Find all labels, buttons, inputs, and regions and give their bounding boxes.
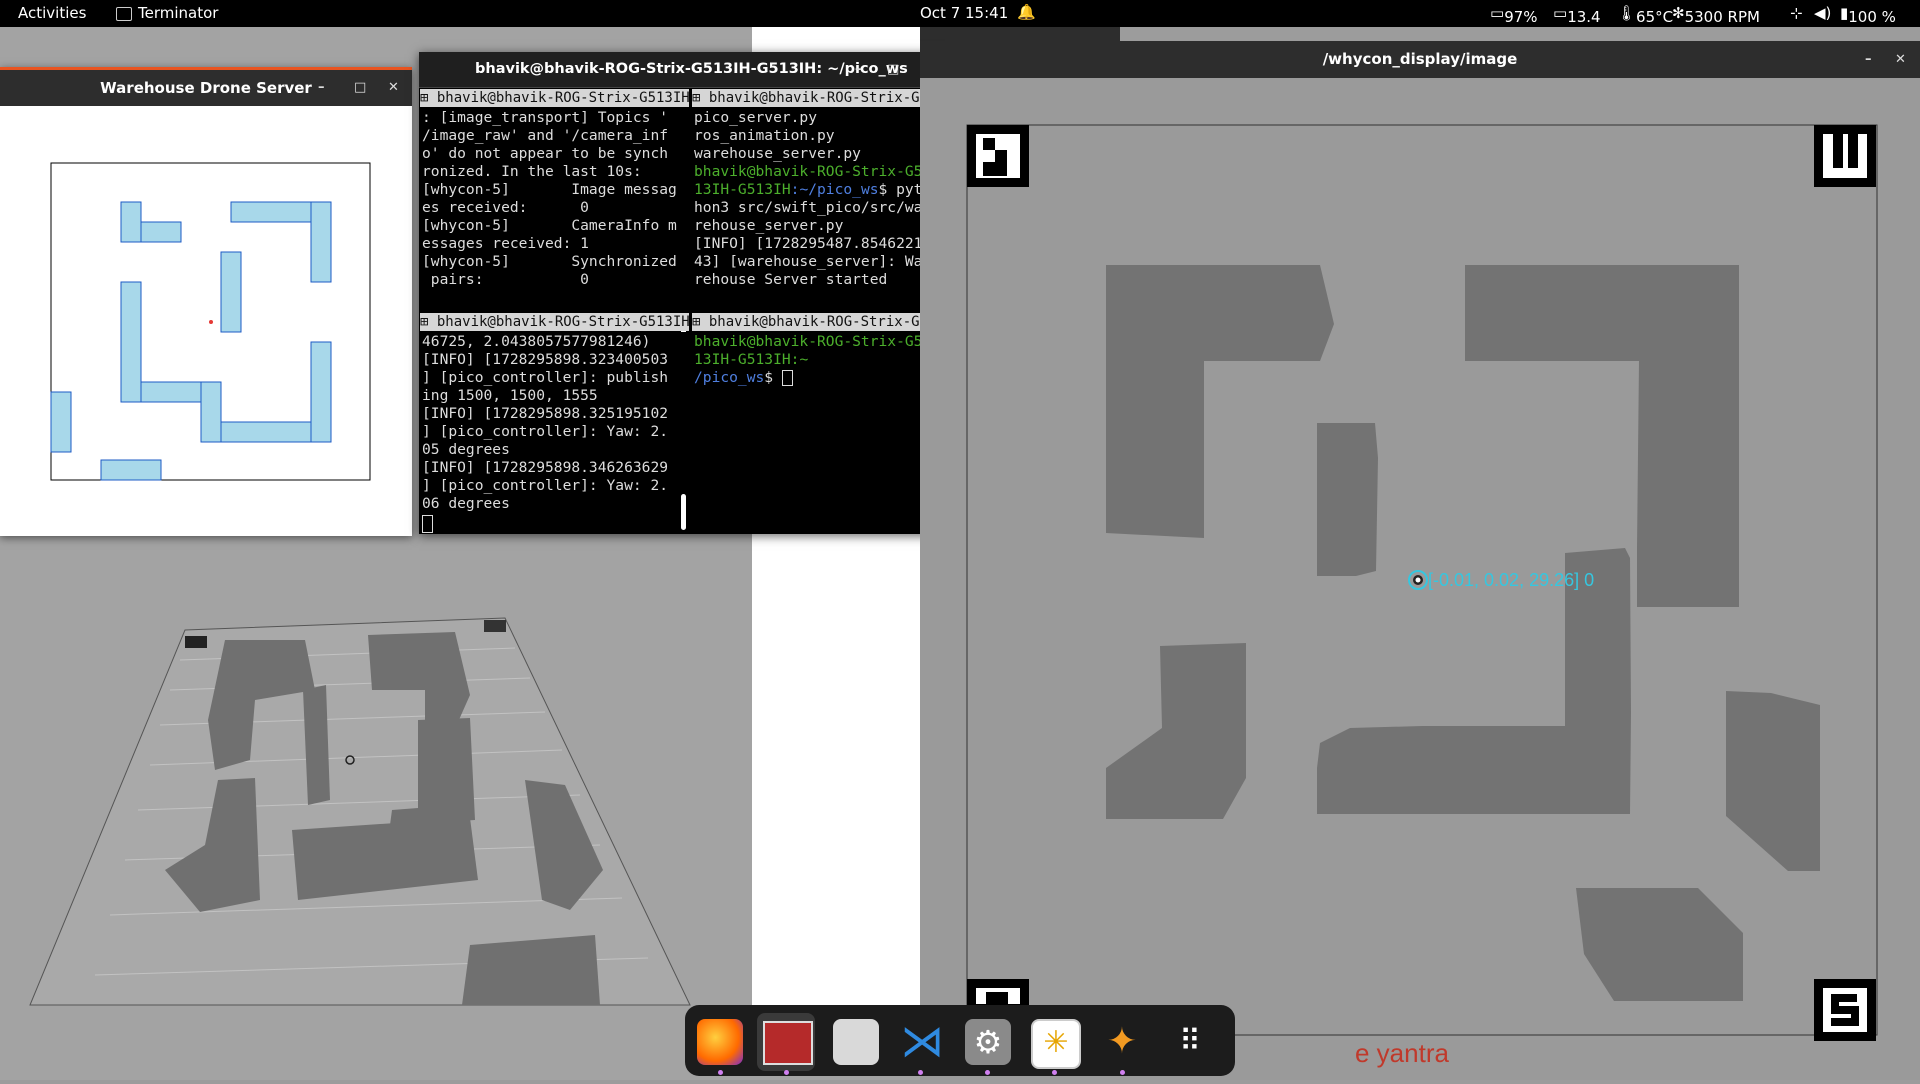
running-indicator (1120, 1070, 1125, 1075)
running-indicator (784, 1070, 789, 1075)
network-icon[interactable]: ⊹ (1790, 4, 1803, 22)
cursor (781, 370, 793, 386)
terminal-window[interactable]: bhavik@bhavik-ROG-Strix-G513IH-G513IH: ~… (419, 52, 945, 534)
display-indicator[interactable]: ▭ 13.4 (1553, 4, 1601, 26)
notification-bell-icon: 🔔 (1017, 3, 1036, 21)
terminator-app-icon (116, 7, 132, 21)
eyantra-logo: e yantra (1355, 1038, 1449, 1068)
running-indicator (718, 1070, 723, 1075)
app-grid-icon[interactable]: ⠿ (1167, 1019, 1213, 1065)
pane1-output: : [image_transport] Topics ' /image_raw'… (422, 109, 677, 288)
vscode-icon[interactable]: ⋊ (899, 1019, 945, 1065)
aruco-marker-top-right (1814, 125, 1876, 187)
battery-indicator-right[interactable]: ▮ 100 % (1840, 4, 1896, 26)
terminal-titlebar[interactable]: bhavik@bhavik-ROG-Strix-G513IH-G513IH: ~… (419, 52, 945, 88)
warehouse-window[interactable]: Warehouse Drone Server – □ ✕ (0, 67, 412, 536)
clock[interactable]: Oct 7 15:41 (920, 4, 1008, 22)
whycon-window[interactable]: /whycon_display/image – ✕ [-0.01, 0.02, … (920, 41, 1920, 1080)
whycon-marker-tile (484, 620, 506, 632)
terminal-pane-3[interactable]: 46725, 2.0438057577981246) [INFO] [17282… (420, 332, 689, 534)
aruco-marker-top-left (967, 125, 1029, 187)
terminal-pane-4[interactable]: bhavik@bhavik-ROG-Strix-G5 13IH-G513IH:~… (692, 332, 945, 534)
pane-tab-3[interactable]: ⊞ bhavik@bhavik-ROG-Strix-G513IH-G5 (420, 313, 689, 331)
dock: ⋊ ⚙ ✳ ✦ ⠿ (685, 1005, 1235, 1076)
running-indicator (985, 1070, 990, 1075)
warehouse-titlebar[interactable]: Warehouse Drone Server – □ ✕ (0, 70, 412, 106)
drone-position-dot (209, 320, 213, 324)
pane2-output: pico_server.py ros_animation.py warehous… (694, 109, 923, 288)
warehouse-map (50, 162, 371, 481)
settings-icon[interactable]: ⚙ (965, 1019, 1011, 1065)
aruco-marker-bottom-right (1814, 979, 1876, 1041)
maximize-button[interactable]: □ (354, 70, 366, 106)
top-bar: Activities Terminator Oct 7 15:41 🔔 ▭ 97… (0, 0, 1920, 27)
running-indicator (918, 1070, 923, 1075)
whycon-marker-tile (185, 636, 207, 648)
pane-tab-2[interactable]: ⊞ bhavik@bhavik-ROG-Strix-G513IH-G5 (692, 89, 945, 107)
pane3-output: 46725, 2.0438057577981246) [INFO] [17282… (422, 333, 669, 512)
close-button[interactable]: ✕ (388, 70, 399, 106)
gazebo-icon[interactable]: ✦ (1099, 1019, 1145, 1065)
close-button[interactable]: ✕ (1895, 41, 1906, 78)
activities-button[interactable]: Activities (18, 4, 86, 22)
battery-indicator-left[interactable]: ▭ 97% (1490, 4, 1538, 26)
scrollbar[interactable] (681, 494, 686, 530)
rqt-icon[interactable]: ✳ (1031, 1019, 1081, 1069)
firefox-icon[interactable] (697, 1019, 743, 1065)
volume-icon[interactable]: ◀) (1814, 4, 1831, 22)
minimize-button[interactable]: – (318, 70, 325, 106)
pane-tab-4[interactable]: ⊞ bhavik@bhavik-ROG-Strix-G513IH-G5 (692, 313, 945, 331)
terminator-dock-item[interactable] (757, 1013, 815, 1071)
temperature-indicator[interactable]: 🌡 65°C (1617, 4, 1673, 26)
whycon-readout: [-0.01, 0.02, 29.26] 0 (1428, 570, 1594, 590)
terminator-icon (763, 1021, 813, 1065)
warehouse-title: Warehouse Drone Server (100, 79, 312, 97)
active-app-label[interactable]: Terminator (138, 4, 218, 22)
whycon-title: /whycon_display/image (1322, 50, 1518, 68)
pane-tab-1[interactable]: ⊞ bhavik@bhavik-ROG-Strix-G513IH-G5 (420, 89, 689, 107)
fan-indicator[interactable]: ✻ 5300 RPM (1672, 4, 1760, 26)
whycon-titlebar[interactable]: /whycon_display/image – ✕ (920, 41, 1920, 78)
pane4-output: bhavik@bhavik-ROG-Strix-G5 13IH-G513IH:~… (694, 333, 923, 386)
camera-image[interactable]: [-0.01, 0.02, 29.26] 0 e yantra (920, 78, 1920, 1080)
maximize-button[interactable]: □ (887, 52, 899, 87)
files-icon[interactable] (833, 1019, 879, 1065)
minimize-button[interactable]: – (1865, 41, 1872, 78)
cursor (422, 515, 433, 533)
terminal-title: bhavik@bhavik-ROG-Strix-G513IH-G513IH: ~… (475, 61, 908, 77)
running-indicator (1052, 1070, 1057, 1075)
minimize-button[interactable]: – (855, 52, 862, 87)
